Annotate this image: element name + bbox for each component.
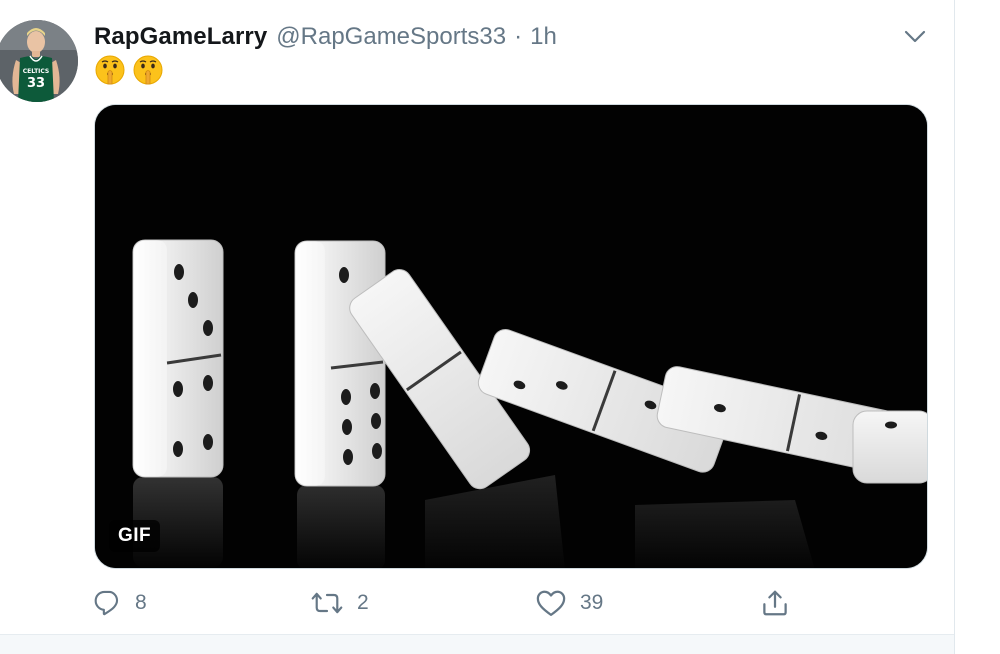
tweet-page: CELTICS 33 RapGameLarry @RapGameSports33…	[0, 0, 1000, 654]
reply-count: 8	[135, 591, 147, 614]
retweet-icon	[311, 592, 343, 614]
avatar-jersey-number: 33	[27, 76, 45, 91]
gif-media[interactable]: GIF	[94, 104, 928, 569]
more-options-button[interactable]	[900, 22, 930, 52]
dominoes-gif-image	[95, 105, 927, 568]
avatar[interactable]: CELTICS 33	[0, 20, 78, 102]
reply-button[interactable]: 8	[93, 586, 147, 620]
timeline-divider	[0, 634, 954, 654]
like-count: 39	[580, 591, 604, 614]
share-icon	[763, 590, 787, 616]
handle[interactable]: @RapGameSports33	[276, 23, 506, 51]
avatar-image: CELTICS 33	[0, 20, 78, 102]
retweet-button[interactable]: 2	[311, 586, 369, 620]
reply-icon	[94, 590, 119, 616]
shushing-face-emoji	[132, 54, 164, 86]
heart-icon	[536, 590, 566, 616]
tweet-text	[94, 54, 164, 90]
chevron-down-icon	[904, 30, 926, 43]
gif-badge: GIF	[109, 520, 161, 552]
column-border	[954, 0, 955, 654]
separator-dot: ·	[514, 23, 523, 50]
retweet-count: 2	[357, 591, 369, 614]
avatar-jersey-text: CELTICS	[23, 68, 50, 75]
timestamp[interactable]: 1h	[530, 23, 557, 51]
like-button[interactable]: 39	[536, 586, 603, 620]
share-button[interactable]	[760, 586, 790, 620]
shushing-face-emoji	[94, 54, 126, 86]
tweet-actions: 8 2 39	[0, 586, 954, 620]
tweet-header: RapGameLarry @RapGameSports33 · 1h	[94, 20, 557, 54]
display-name[interactable]: RapGameLarry	[94, 23, 267, 51]
